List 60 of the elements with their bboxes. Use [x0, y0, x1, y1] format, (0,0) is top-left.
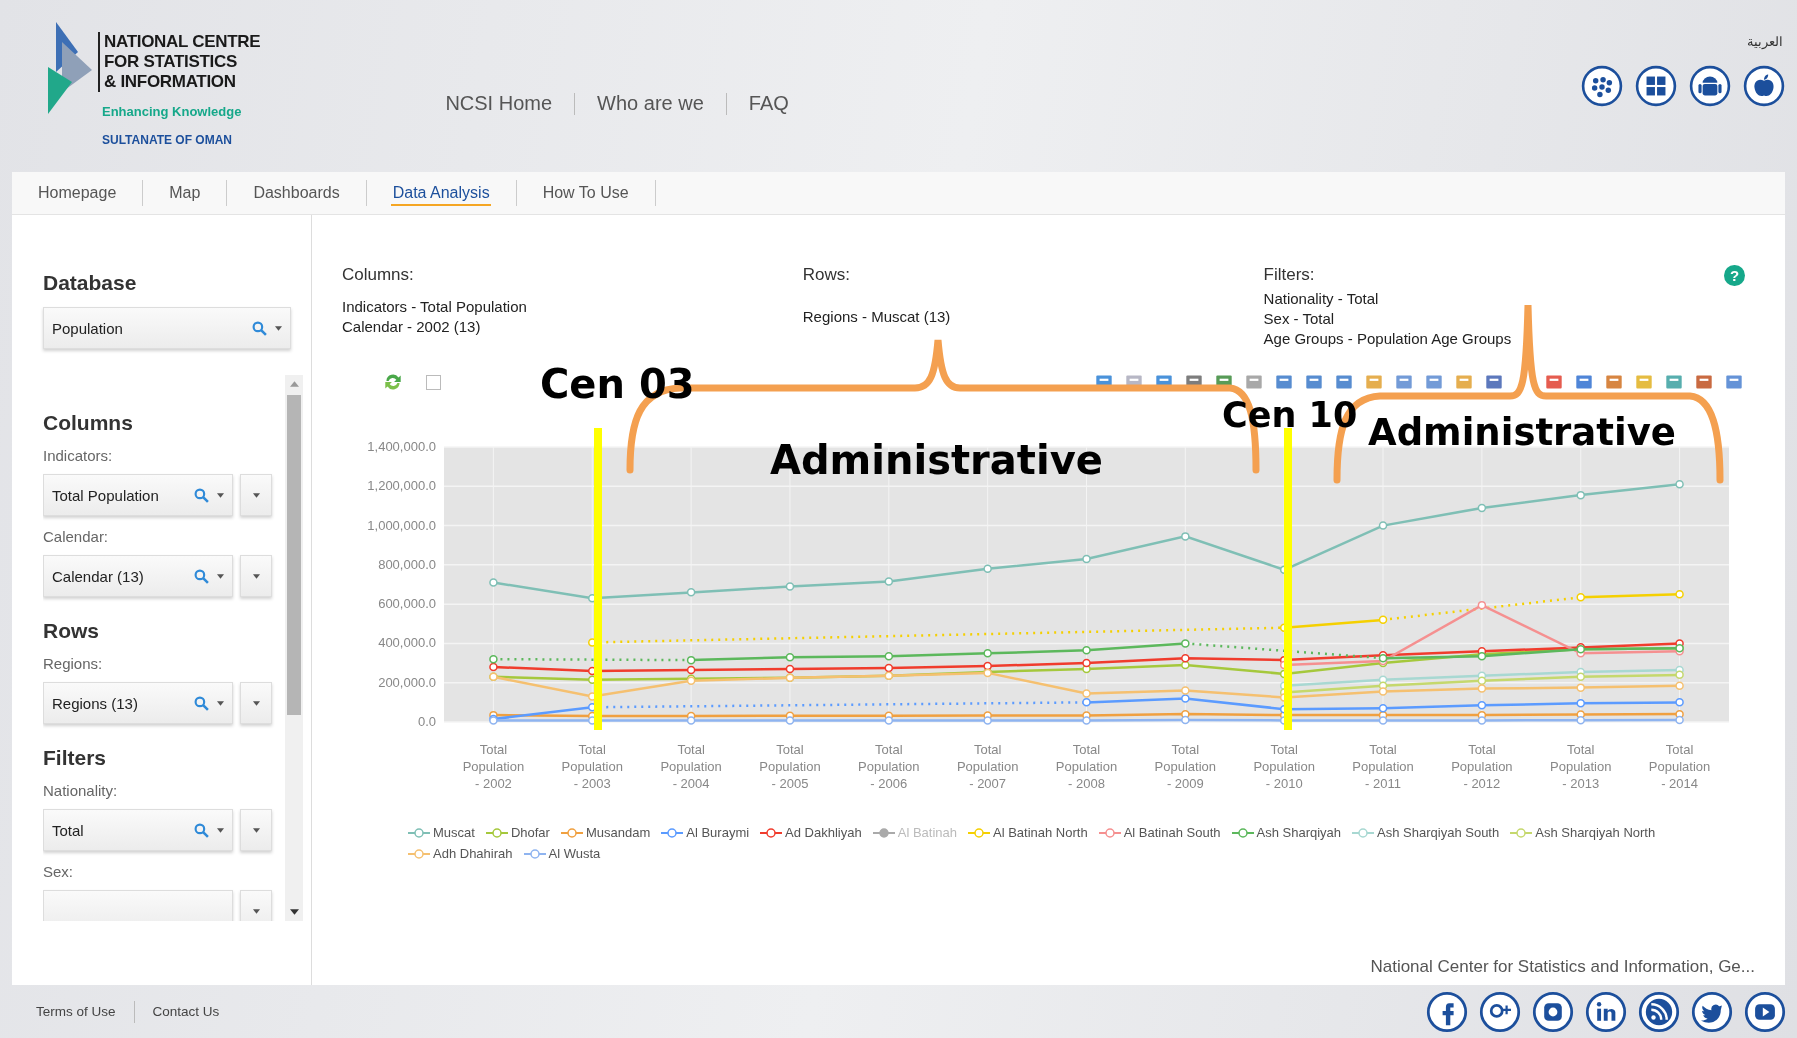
field-label: Regions:	[43, 655, 104, 672]
source-text: National Center for Statistics and Information, Ge...	[1370, 957, 1755, 977]
annotation-label: Administrative	[770, 438, 1103, 482]
legend-label: Al Wusta	[548, 846, 601, 861]
logo-country: SULTANATE OF OMAN	[102, 133, 233, 147]
x-axis-label: Total Population - 2004	[660, 742, 722, 791]
legend-label: Ash Sharqiyah North	[1535, 825, 1656, 840]
field-label: Sex:	[43, 863, 74, 880]
x-axis-label: Total Population - 2009	[1154, 742, 1217, 791]
legend-label: Ash Sharqiyah South	[1377, 825, 1500, 840]
y-axis-label: 0.0	[417, 714, 436, 729]
x-axis-label: Total Population - 2013	[1550, 742, 1612, 791]
y-axis-label: 800,000.0	[378, 556, 436, 572]
x-axis-label: Total Population - 2007	[956, 742, 1019, 791]
summary-line: Nationality - Total	[1263, 289, 1380, 309]
legend-label: Musandam	[585, 825, 651, 840]
x-axis-label: Total Population - 2005	[759, 742, 821, 791]
summary-heading: Rows:	[802, 265, 851, 285]
y-axis-label: 1,400,000.0	[367, 439, 436, 454]
logo-name-line: FOR STATISTICS	[104, 52, 239, 72]
field-label: Nationality:	[43, 782, 119, 799]
summary-line: Regions - Muscat (13)	[802, 307, 952, 327]
logo-tagline: Enhancing Knowledge	[102, 104, 243, 119]
legend-label: Adh Dhahirah	[433, 846, 513, 861]
x-axis-label: Total Population - 2008	[1055, 742, 1118, 791]
section-heading: Filters	[43, 746, 108, 770]
legend-label: Al Batinah	[897, 825, 957, 840]
section-heading: Database	[43, 271, 138, 295]
annotation-label: Administrative	[1368, 413, 1676, 454]
y-axis-label: 600,000.0	[378, 596, 436, 612]
x-axis-label: Total Population - 2006	[858, 742, 920, 791]
legend-label: Al Buraymi	[686, 825, 750, 840]
legend-label: Muscat	[433, 825, 475, 840]
y-axis-label: 200,000.0	[378, 674, 436, 690]
x-axis-label: Total Population - 2011	[1352, 742, 1414, 791]
x-axis-label: Total Population - 2010	[1253, 742, 1315, 791]
summary-line: Calendar - 2002 (13)	[342, 317, 482, 337]
field-label: Indicators:	[43, 447, 114, 464]
y-axis-label: 1,200,000.0	[367, 478, 436, 494]
legend-label: Al Batinah North	[993, 825, 1088, 840]
legend-label: Al Batinah South	[1123, 825, 1221, 840]
summary-heading: Columns:	[342, 265, 415, 285]
section-heading: Rows	[43, 619, 100, 643]
summary-line: Indicators - Total Population	[342, 297, 528, 317]
section-heading: Columns	[43, 411, 134, 435]
legend-label: Ad Dakhliyah	[785, 825, 862, 840]
y-axis-label: 1,000,000.0	[367, 517, 436, 533]
summary-heading: Filters:	[1263, 265, 1316, 285]
legend-label: Ash Sharqiyah	[1256, 825, 1342, 840]
field-label: Calendar:	[43, 528, 110, 545]
x-axis-label: Total Population - 2014	[1648, 742, 1711, 791]
y-axis-label: 400,000.0	[378, 635, 436, 651]
logo-name-line: & INFORMATION	[104, 72, 237, 92]
logo-name-line: NATIONAL CENTRE	[104, 32, 261, 52]
summary-line: Age Groups - Population Age Groups	[1263, 329, 1513, 349]
x-axis-label: Total Population - 2003	[561, 742, 623, 791]
summary-line: Sex - Total	[1263, 309, 1336, 329]
x-axis-label: Total Population - 2012	[1451, 742, 1513, 791]
x-axis-label: Total Population - 2002	[462, 742, 525, 791]
legend-label: Dhofar	[510, 825, 550, 840]
